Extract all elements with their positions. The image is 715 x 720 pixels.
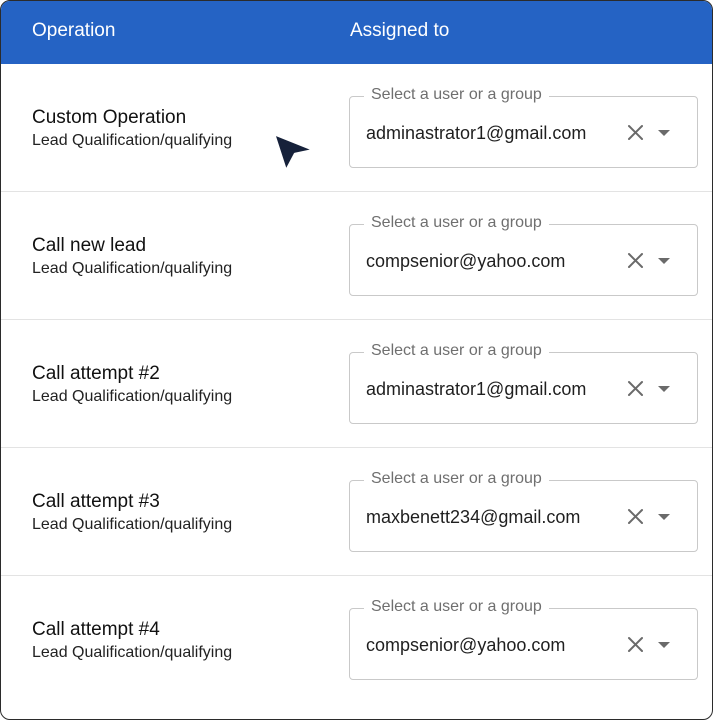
assignee-select-value: compsenior@yahoo.com	[366, 635, 566, 655]
operation-subtitle: Lead Qualification/qualifying	[32, 644, 233, 661]
assignee-select-value: adminastrator1@gmail.com	[366, 379, 587, 399]
assignee-select[interactable]: Select a user or a group compsenior@yaho…	[349, 598, 698, 680]
assignee-select-label: Select a user or a group	[364, 214, 549, 232]
operation-title: Call new lead	[32, 235, 147, 256]
column-header-assigned-to: Assigned to	[350, 20, 450, 41]
close-icon[interactable]	[627, 252, 644, 269]
table-row: Call attempt #3 Lead Qualification/quali…	[1, 448, 712, 576]
close-icon[interactable]	[627, 380, 644, 397]
caret-down-icon[interactable]	[658, 642, 670, 648]
assignee-select-label: Select a user or a group	[364, 86, 549, 104]
close-icon[interactable]	[627, 636, 644, 653]
caret-down-icon[interactable]	[658, 514, 670, 520]
table-header: Operation Assigned to	[1, 1, 712, 64]
assignee-select[interactable]: Select a user or a group adminastrator1@…	[349, 342, 698, 424]
operation-title: Custom Operation	[32, 107, 187, 128]
operation-subtitle: Lead Qualification/qualifying	[32, 132, 233, 149]
caret-down-icon[interactable]	[658, 386, 670, 392]
operation-title: Call attempt #3	[32, 491, 160, 512]
assignee-select-label: Select a user or a group	[364, 470, 549, 488]
caret-down-icon[interactable]	[658, 258, 670, 264]
assignee-select-value: adminastrator1@gmail.com	[366, 123, 587, 143]
table-row: Call new lead Lead Qualification/qualify…	[1, 192, 712, 320]
column-header-operation: Operation	[32, 20, 116, 41]
close-icon[interactable]	[627, 124, 644, 141]
operation-subtitle: Lead Qualification/qualifying	[32, 260, 233, 277]
assignee-select[interactable]: Select a user or a group adminastrator1@…	[349, 86, 698, 168]
assignee-select[interactable]: Select a user or a group maxbenett234@gm…	[349, 470, 698, 552]
assignee-select-label: Select a user or a group	[364, 342, 549, 360]
table-row: Call attempt #2 Lead Qualification/quali…	[1, 320, 712, 448]
assignee-select-value: maxbenett234@gmail.com	[366, 507, 581, 527]
table-row: Call attempt #4 Lead Qualification/quali…	[1, 576, 712, 704]
assignee-select-value: compsenior@yahoo.com	[366, 251, 566, 271]
operation-title: Call attempt #2	[32, 363, 160, 384]
operation-title: Call attempt #4	[32, 619, 160, 640]
table-row: Custom Operation Lead Qualification/qual…	[1, 64, 712, 192]
assignee-select-label: Select a user or a group	[364, 598, 549, 616]
close-icon[interactable]	[627, 508, 644, 525]
operation-subtitle: Lead Qualification/qualifying	[32, 516, 233, 533]
mouse-pointer-icon	[272, 132, 316, 173]
caret-down-icon[interactable]	[658, 130, 670, 136]
assignee-select[interactable]: Select a user or a group compsenior@yaho…	[349, 214, 698, 296]
assignment-table: Operation Assigned to Custom Operation L…	[0, 0, 713, 720]
operation-subtitle: Lead Qualification/qualifying	[32, 388, 233, 405]
